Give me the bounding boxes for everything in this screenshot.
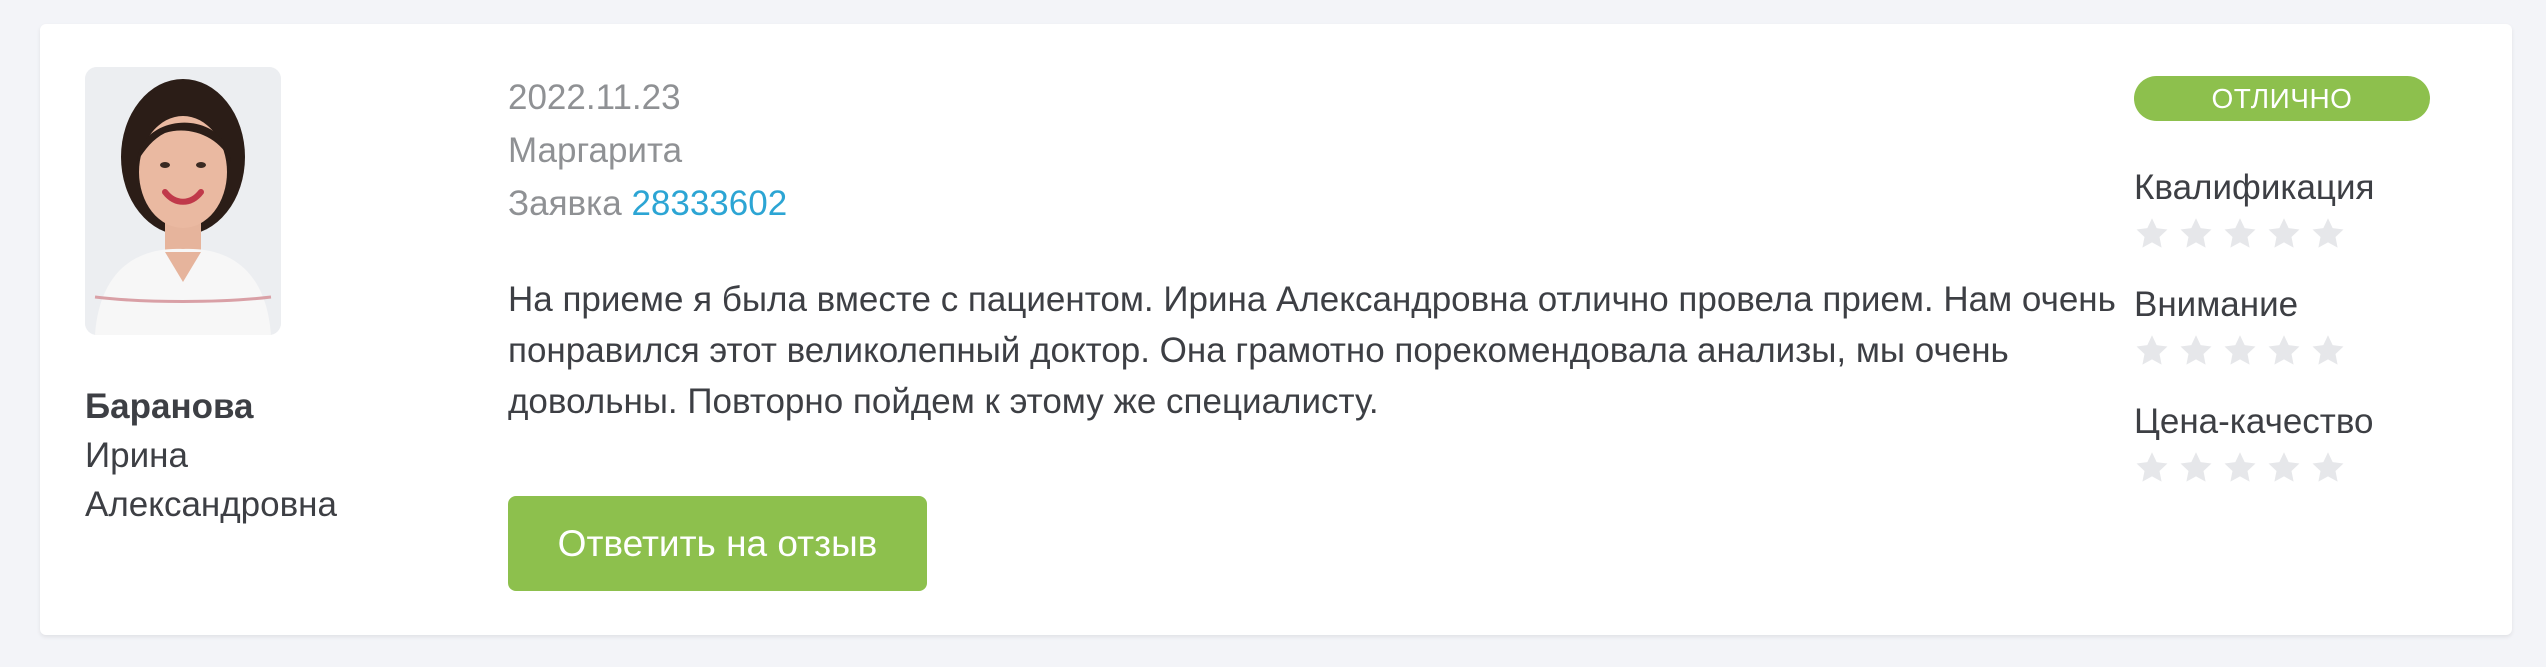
star-icon [2178,333,2214,369]
star-icon [2134,216,2170,252]
star-icon [2134,450,2170,486]
request-number-link[interactable]: 28333602 [631,184,787,223]
criterion-price-quality: Цена-качество [2134,398,2494,515]
star-icon [2266,333,2302,369]
star-rating [2134,216,2494,252]
star-icon [2266,450,2302,486]
rating-criteria: Квалификация Внимание Цена-качество [2134,164,2494,515]
doctor-surname: Баранова [85,387,254,426]
criterion-qualification: Квалификация [2134,164,2494,281]
review-request: Заявка 28333602 [508,177,787,230]
doctor-first-name: Ирина [85,436,188,475]
doctor-photo [85,67,281,335]
review-text: На приеме я была вместе с пациентом. Ири… [508,280,2116,421]
review-meta: 2022.11.23 Маргарита Заявка 28333602 [508,71,787,230]
review-card: Баранова Ирина Александровна 2022.11.23 … [40,24,2512,635]
star-icon [2266,216,2302,252]
star-icon [2178,216,2214,252]
star-icon [2134,333,2170,369]
doctor-name: Баранова Ирина Александровна [85,382,445,529]
star-icon [2178,450,2214,486]
star-icon [2222,216,2258,252]
criterion-label: Квалификация [2134,168,2375,207]
review-date: 2022.11.23 [508,78,681,117]
criterion-label: Цена-качество [2134,402,2374,441]
star-icon [2222,450,2258,486]
overall-rating-badge: ОТЛИЧНО [2134,76,2430,121]
star-rating [2134,333,2494,369]
reply-button[interactable]: Ответить на отзыв [508,496,927,591]
star-rating [2134,450,2494,486]
star-icon [2310,216,2346,252]
criterion-label: Внимание [2134,285,2299,324]
criterion-attention: Внимание [2134,281,2494,398]
star-icon [2310,333,2346,369]
star-icon [2222,333,2258,369]
request-label: Заявка [508,184,622,223]
doctor-patronymic: Александровна [85,485,337,524]
star-icon [2310,450,2346,486]
review-author: Маргарита [508,131,683,170]
